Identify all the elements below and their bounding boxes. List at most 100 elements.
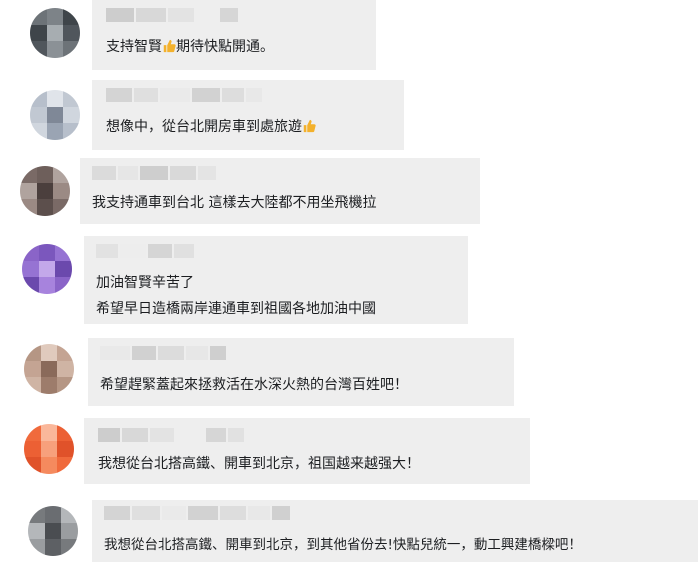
comment-text: 想像中，從台北開房車到處旅遊 [106, 118, 316, 136]
name-blur-block [222, 88, 244, 102]
avatar-pixel [38, 260, 56, 278]
name-blur-block [188, 506, 218, 520]
avatar-pixel [57, 377, 74, 394]
avatar-pixel [28, 506, 45, 523]
avatar-pixel [46, 106, 64, 124]
avatar-pixel [40, 360, 58, 378]
avatar-pixel [44, 539, 62, 556]
avatar-pixel [46, 90, 64, 107]
avatar-pixel [40, 424, 58, 441]
avatar-pixel [63, 106, 80, 124]
name-blur-block [106, 88, 132, 102]
avatar-pixel [38, 244, 56, 261]
name-blur-block [104, 506, 130, 520]
comment-text-line: 想像中，從台北開房車到處旅遊 [106, 119, 302, 135]
comment-text-line-1: 加油智賢辛苦了 [96, 275, 194, 291]
avatar-pixel [24, 360, 41, 378]
name-blur-block [148, 244, 172, 258]
avatar-pixel [55, 277, 72, 294]
name-blur-block [136, 8, 166, 22]
avatar-pixel [55, 260, 72, 278]
name-blur-block [186, 346, 208, 360]
avatar-pixel [57, 440, 74, 458]
name-blur-block [196, 8, 218, 22]
avatar-pixel [30, 24, 47, 42]
avatar-pixel [20, 199, 37, 216]
avatar-pixel [36, 182, 54, 200]
avatar-pixel [63, 41, 80, 58]
name-blur-block [160, 88, 190, 102]
avatar-pixel [20, 166, 37, 183]
avatar-pixel [24, 344, 41, 361]
commenter-name-blurred[interactable] [106, 88, 262, 102]
avatar-pixel [24, 440, 41, 458]
avatar-pixel [57, 457, 74, 474]
avatar[interactable] [30, 8, 80, 58]
avatar-pixel [53, 182, 70, 200]
avatar-pixel [30, 8, 47, 25]
name-blur-block [168, 8, 194, 22]
name-blur-block [132, 346, 156, 360]
avatar-pixel [30, 106, 47, 124]
name-blur-block [176, 428, 204, 442]
commenter-name-blurred[interactable] [104, 506, 290, 520]
avatar-pixel [57, 424, 74, 441]
avatar-pixel [57, 344, 74, 361]
comment-text: 我支持通車到台北 這樣去大陸都不用坐飛機拉 [92, 194, 376, 212]
name-blur-block [118, 166, 138, 180]
name-blur-block [174, 244, 194, 258]
avatar[interactable] [30, 90, 80, 140]
avatar[interactable] [20, 166, 70, 216]
avatar-pixel [30, 123, 47, 140]
avatar-pixel [61, 522, 78, 540]
commenter-name-blurred[interactable] [96, 244, 194, 258]
name-blur-block [96, 244, 118, 258]
avatar[interactable] [22, 244, 72, 294]
commenter-name-blurred[interactable] [106, 8, 238, 22]
name-blur-block [162, 506, 186, 520]
thumbs-up-icon [303, 119, 316, 133]
avatar[interactable] [28, 506, 78, 556]
comment-text-line: 我支持通車到台北 這樣去大陸都不用坐飛機拉 [92, 195, 377, 211]
commenter-name-blurred[interactable] [100, 346, 226, 360]
avatar-pixel [22, 260, 39, 278]
name-blur-block [100, 346, 130, 360]
avatar-pixel [53, 199, 70, 216]
comment-text-line: 我想從台北搭高鐵、開車到北京，到其他省份去!快點兒統一，動工興建橋樑吧！ [104, 537, 582, 553]
commenter-name-blurred[interactable] [98, 428, 244, 442]
comment-text-line: 我想從台北搭高鐵、開車到北京，祖国越来越强大！ [98, 456, 420, 472]
comment-text: 我想從台北搭高鐵、開車到北京，祖国越来越强大！ [98, 455, 420, 473]
avatar-pixel [44, 506, 62, 523]
avatar-pixel [40, 440, 58, 458]
avatar-pixel [44, 522, 62, 540]
avatar-pixel [46, 24, 64, 42]
thumbs-up-icon [163, 39, 176, 53]
avatar[interactable] [24, 424, 74, 474]
name-blur-block [272, 506, 290, 520]
avatar-pixel [63, 24, 80, 42]
avatar-pixel [46, 123, 64, 140]
commenter-name-blurred[interactable] [92, 166, 216, 180]
comment-text-part-1: 支持智賢 [106, 39, 162, 55]
avatar-pixel [63, 8, 80, 25]
avatar-pixel [36, 199, 54, 216]
name-blur-block [120, 244, 146, 258]
comment-text-line: 希望趕緊蓋起來拯救活在水深火熱的台灣百姓吧！ [100, 377, 408, 393]
name-blur-block [192, 88, 220, 102]
name-blur-block [220, 506, 246, 520]
avatar-pixel [24, 424, 41, 441]
name-blur-block [220, 8, 238, 22]
avatar-pixel [28, 522, 45, 540]
avatar-pixel [57, 360, 74, 378]
avatar-pixel [63, 90, 80, 107]
avatar-pixel [40, 344, 58, 361]
name-blur-block [170, 166, 196, 180]
name-blur-block [228, 428, 244, 442]
avatar-pixel [22, 244, 39, 261]
avatar-pixel [40, 457, 58, 474]
avatar-pixel [38, 277, 56, 294]
name-blur-block [198, 166, 216, 180]
avatar[interactable] [24, 344, 74, 394]
avatar-pixel [63, 123, 80, 140]
name-blur-block [246, 88, 262, 102]
